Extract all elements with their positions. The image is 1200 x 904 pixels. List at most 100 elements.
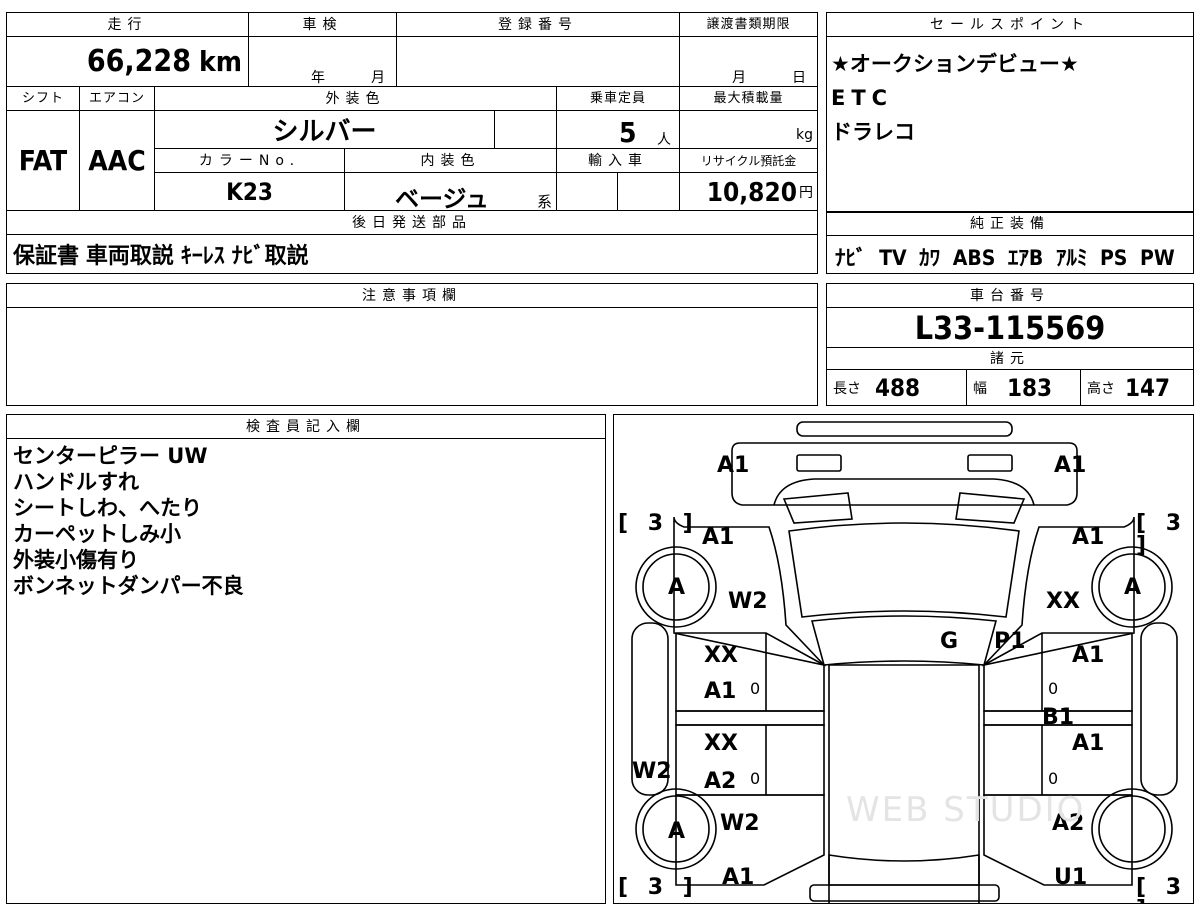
chassis-number: L33-115569	[827, 308, 1193, 348]
transfer-deadline-cell: 月 日	[680, 37, 817, 87]
chassis-box: 車台番号 L33-115569 諸元 長さ 488 幅 183 高さ 147	[826, 283, 1194, 406]
spec-height-label: 高さ	[1087, 380, 1115, 397]
front-body-outline	[731, 442, 1078, 506]
cabin-center	[828, 664, 980, 886]
capacity-cell: 5 人	[557, 111, 680, 149]
header-inspection: 車検	[249, 13, 397, 37]
spec-height-cell: 高さ 147	[1081, 370, 1193, 405]
spec-width-value: 183	[1007, 373, 1053, 402]
import-cell-1	[557, 173, 618, 211]
tire-tread-rl: [ 3 ]	[618, 875, 699, 900]
inspector-line: シートしわ、へたり	[13, 496, 202, 520]
roof-front	[810, 615, 998, 666]
notes-header: 注意事項欄	[7, 284, 817, 308]
spec-length-label: 長さ	[833, 380, 861, 397]
header-recycle-fee: リサイクル預託金	[680, 149, 817, 173]
sales-point-lines: ★オークションデビュー★ ETC ドラレコ	[831, 47, 1079, 149]
inspector-line: ボンネットダンパー不良	[13, 574, 244, 598]
mileage-unit: km	[199, 45, 242, 78]
sill-right	[1140, 622, 1178, 796]
watermark-text: WEB STUDIO	[846, 790, 1086, 830]
header-registration-no: 登録番号	[397, 13, 680, 37]
equipment-value: ﾅﾋﾞ TV ｶﾜ ABS ｴｱB ｱﾙﾐ PS PW	[835, 246, 1175, 270]
header-max-load: 最大積載量	[680, 87, 817, 111]
hood-outline	[773, 478, 1035, 506]
header-mileage: 走行	[7, 13, 249, 37]
header-exterior-color: 外装色	[155, 87, 557, 111]
inspector-line: ハンドルすれ	[13, 470, 139, 494]
mark-door-rl-small: 0	[750, 769, 761, 788]
mark-w2-rl: W2	[720, 811, 760, 836]
specs-header: 諸元	[827, 348, 1193, 370]
spec-width-label: 幅	[973, 380, 987, 397]
mark-door-rr: A1	[1072, 731, 1105, 756]
mark-door-fr: A1	[1072, 643, 1105, 668]
registration-no-cell	[397, 37, 680, 87]
inspector-line: センターピラー UW	[13, 444, 208, 468]
recycle-fee-cell: 10,820 円	[680, 173, 817, 211]
cowl-right	[955, 492, 1026, 524]
recycle-fee-row: 10,820 円	[707, 180, 813, 206]
inspector-header: 検査員記入欄	[7, 415, 605, 439]
color-no-cell: K23	[155, 173, 345, 211]
front-bumper-bar	[796, 421, 1013, 437]
mileage-value: 66,228	[86, 44, 191, 79]
equipment-box: 純正装備 ﾅﾋﾞ TV ｶﾜ ABS ｴｱB ｱﾙﾐ PS PW	[826, 212, 1194, 274]
chassis-header: 車台番号	[827, 284, 1193, 308]
mark-tire-fr: A	[1124, 575, 1142, 600]
tire-tread-fr: [ 3 ]	[1136, 511, 1188, 558]
tire-tread-fl: [ 3 ]	[618, 511, 699, 536]
mark-rear-left: A1	[722, 865, 755, 890]
exterior-color-value: シルバー	[272, 117, 377, 147]
mark-door-rr-small: 0	[1048, 769, 1059, 788]
capacity-value: 5	[619, 116, 637, 149]
spec-width-cell: 幅 183	[967, 370, 1081, 405]
car-diagram-drawing	[631, 421, 1178, 903]
inspection-year-unit: 年	[311, 70, 325, 86]
equipment-header: 純正装備	[827, 212, 1193, 236]
mark-w2-fl: W2	[728, 589, 768, 614]
mark-door-rl-2: A2	[704, 769, 737, 794]
mileage-value-row: 66,228 km	[87, 47, 242, 77]
sales-point-line: ★オークションデビュー★	[831, 52, 1079, 76]
notes-box: 注意事項欄	[6, 283, 818, 406]
mark-fender-fl: A1	[702, 525, 735, 550]
later-parts-value: 保証書 車両取説 ｷｰﾚｽ ﾅﾋﾞ取説	[13, 244, 309, 269]
headlight-left	[796, 454, 842, 472]
mark-door-fl-1: XX	[704, 643, 738, 668]
mark-door-fl-2: A1	[704, 679, 737, 704]
max-load-cell: kg	[680, 111, 817, 149]
inspector-lines: センターピラー UW ハンドルすれ シートしわ、へたり カーペットしみ小 外装小…	[13, 443, 244, 599]
aircon-cell: AAC	[80, 111, 155, 211]
mileage-cell: 66,228 km	[7, 37, 249, 87]
mark-fender-fr: A1	[1072, 525, 1105, 550]
header-import: 輸入車	[557, 149, 680, 173]
main-info-table: 走行 車検 登録番号 譲渡書類期限 66,228 km 年 月 月 日 シフト …	[6, 12, 818, 274]
mark-g: G	[940, 629, 959, 654]
header-aircon: エアコン	[80, 87, 155, 111]
recycle-fee-unit: 円	[799, 185, 813, 201]
inspector-box: 検査員記入欄 センターピラー UW ハンドルすれ シートしわ、へたり カーペット…	[6, 414, 606, 904]
headlight-right	[967, 454, 1013, 472]
spec-length-cell: 長さ 488	[827, 370, 967, 405]
mark-door-fr-small: 0	[1048, 679, 1059, 698]
mark-tire-fl: A	[668, 575, 686, 600]
inspection-cell: 年 月	[249, 37, 397, 87]
inspector-line: カーペットしみ小	[13, 522, 181, 546]
mark-rear-right: U1	[1054, 865, 1088, 890]
max-load-unit: kg	[796, 127, 813, 143]
mark-w2-side: W2	[632, 759, 672, 784]
sales-point-header: セールスポイント	[827, 13, 1193, 37]
rear-bumper	[809, 884, 1000, 902]
header-capacity: 乗車定員	[557, 87, 680, 111]
sales-point-line: ETC	[831, 86, 894, 110]
shift-cell: FAT	[7, 111, 80, 211]
mark-front-left: A1	[717, 453, 750, 478]
color-no-value: K23	[226, 177, 273, 206]
mark-xx-fr: XX	[1046, 589, 1080, 614]
interior-color-suffix: 系	[536, 193, 552, 211]
pillar-left	[675, 710, 825, 726]
mark-door-rl-1: XX	[704, 731, 738, 756]
mark-b1: B1	[1042, 705, 1075, 730]
mark-front-right: A1	[1054, 453, 1087, 478]
